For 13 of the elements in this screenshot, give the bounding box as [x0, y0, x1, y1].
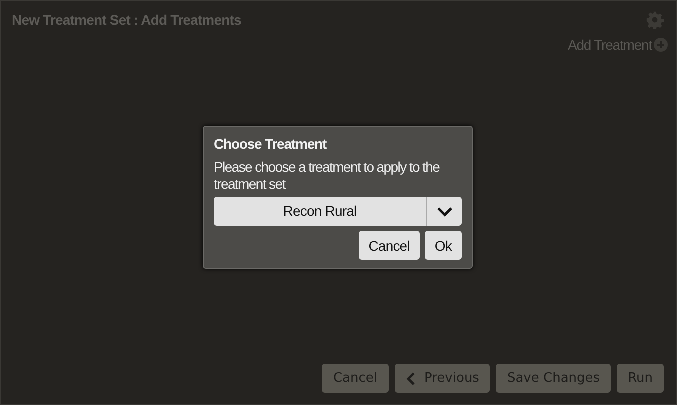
plus-icon [654, 38, 668, 52]
footer-button[interactable]: Cancel [322, 364, 389, 393]
window-title: New Treatment Set : Add Treatments [12, 12, 242, 28]
chevron-left-icon [406, 372, 416, 386]
previous-button[interactable]: Previous [394, 364, 490, 393]
settings-icon[interactable] [646, 11, 664, 29]
dialog-button[interactable]: Cancel [358, 231, 420, 260]
chevron-down-icon [436, 206, 452, 216]
dialog-title: Choose Treatment [214, 136, 328, 152]
footer-button[interactable]: Run [617, 364, 664, 393]
dialog-message: Please choose a treatment to apply to the treatment set [214, 159, 441, 193]
footer-button[interactable]: Save Changes [496, 364, 612, 393]
dialog-button[interactable]: Ok [424, 231, 462, 260]
